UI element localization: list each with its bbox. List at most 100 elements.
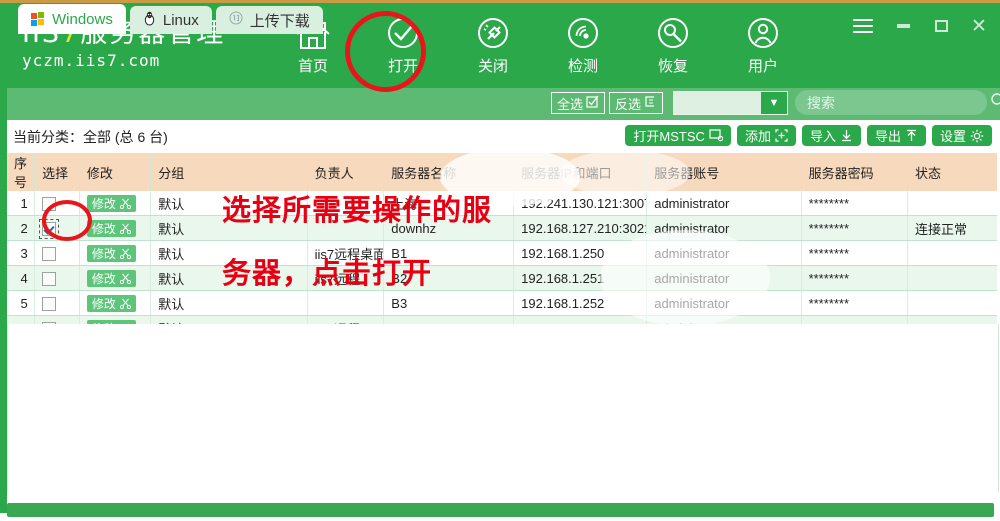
nav-item-user[interactable]: 用户 [732, 11, 794, 75]
row-server-password: ******** [801, 265, 909, 291]
edit-label: 修改 [91, 246, 116, 261]
maximize-button[interactable] [926, 13, 956, 39]
row-server-account: administrator [646, 265, 802, 291]
selection-buttons: 全选 反选 [551, 92, 664, 114]
row-checkbox[interactable] [42, 196, 57, 211]
nav-item-close[interactable]: 关闭 [462, 11, 524, 75]
nav-label-close: 关闭 [477, 58, 508, 75]
windows-icon [31, 12, 45, 26]
open-mstsc-button[interactable]: 打开MSTSC [625, 125, 731, 146]
row-edit-cell[interactable]: 修改 [79, 191, 152, 216]
menu-button[interactable] [848, 13, 878, 39]
edit-button[interactable]: 修改 [86, 219, 136, 237]
row-server-password: ******** [801, 191, 909, 216]
add-button[interactable]: 添加 [736, 125, 796, 146]
row-status [907, 191, 997, 216]
col-select[interactable]: 选择 [34, 153, 80, 191]
edit-label: 修改 [91, 196, 116, 211]
row-group: 默认 [150, 290, 308, 316]
tab-windows-label: Windows [52, 10, 113, 28]
search-input[interactable] [805, 93, 990, 112]
row-select-cell[interactable] [34, 215, 80, 241]
edit-button[interactable]: 修改 [86, 294, 136, 312]
row-checkbox[interactable] [42, 296, 57, 311]
row-server-name: downhz [383, 215, 515, 241]
row-server-account: administrator [646, 290, 802, 316]
col-server-name[interactable]: 服务器名称 [383, 153, 515, 191]
nav-item-restore[interactable]: 恢复 [642, 11, 704, 75]
scissors-icon [119, 198, 131, 209]
content-empty-area [7, 324, 999, 492]
col-server-account[interactable]: 服务器账号 [646, 153, 802, 191]
col-group[interactable]: 分组 [150, 153, 308, 191]
export-button[interactable]: 导出 [866, 125, 926, 146]
restore-wrench-icon [642, 11, 704, 57]
nav-label-user: 用户 [747, 58, 778, 75]
nav-label-home: 首页 [297, 58, 328, 75]
col-server-ip[interactable]: 服务器IP和端口 [513, 153, 648, 191]
row-select-cell[interactable] [34, 191, 80, 216]
row-edit-cell[interactable]: 修改 [79, 290, 152, 316]
row-status [907, 265, 997, 291]
action-button-group: 打开MSTSC 添加 导入 导出 设置 [625, 125, 992, 146]
row-checkbox[interactable] [39, 218, 60, 239]
col-server-password[interactable]: 服务器密码 [801, 153, 909, 191]
iis7-server-manager-window: IIS7服务器管理 yczm.iis7.com 首页 打开 关闭 [0, 0, 1000, 521]
invert-select-button[interactable]: 反选 [609, 92, 664, 114]
row-status: 连接正常 [907, 215, 997, 241]
row-server-ip: 192.241.130.121:3007 [513, 191, 648, 216]
row-index: 4 [7, 265, 36, 291]
table-row[interactable]: 4 修改 默认 iis7远程 B2 192.168.1.251 administ… [7, 265, 997, 291]
select-all-button[interactable]: 全选 [551, 92, 606, 114]
row-status [907, 240, 997, 266]
row-select-cell[interactable] [34, 290, 80, 316]
scissors-icon [119, 248, 131, 259]
edit-button[interactable]: 修改 [86, 244, 136, 262]
row-server-name: 上海 [383, 191, 515, 216]
row-checkbox[interactable] [42, 271, 57, 286]
row-edit-cell[interactable]: 修改 [79, 215, 152, 241]
group-filter-dropdown[interactable]: ▼ [673, 91, 788, 115]
row-select-cell[interactable] [34, 240, 80, 266]
tab-windows[interactable]: Windows [18, 4, 126, 34]
add-label: 添加 [744, 129, 771, 144]
settings-button[interactable]: 设置 [931, 125, 992, 146]
tab-upload-download[interactable]: 上传下载 [215, 6, 323, 34]
plus-frame-icon [775, 129, 788, 142]
row-status [907, 290, 997, 316]
search-box[interactable] [795, 90, 1000, 115]
table-body: 1 修改 默认 上海 192.241.130.121:3007 administ… [7, 191, 997, 341]
row-group: 默认 [150, 265, 308, 291]
main-toolbar-nav: 首页 打开 关闭 检测 恢复 用户 [282, 11, 794, 75]
chevron-down-icon: ▼ [761, 92, 787, 114]
minimize-button[interactable] [888, 13, 918, 39]
tab-linux[interactable]: Linux [129, 6, 212, 34]
edit-button[interactable]: 修改 [86, 194, 136, 212]
nav-item-detect[interactable]: 检测 [552, 11, 614, 75]
table-row[interactable]: 5 修改 默认 B3 192.168.1.252 administrator *… [7, 290, 997, 316]
import-button[interactable]: 导入 [801, 125, 861, 146]
row-checkbox[interactable] [42, 246, 57, 261]
row-edit-cell[interactable]: 修改 [79, 265, 152, 291]
window-controls: ✕ [848, 13, 994, 39]
row-server-name: B1 [383, 240, 515, 266]
checkbox-invert-icon [644, 95, 657, 111]
col-index[interactable]: 序号 [7, 153, 36, 191]
edit-button[interactable]: 修改 [86, 269, 136, 287]
row-index: 3 [7, 240, 36, 266]
table-row[interactable]: 2 修改 默认 downhz 192.168.127.210:3021 admi… [7, 215, 997, 241]
nav-item-open[interactable]: 打开 [372, 11, 434, 75]
row-edit-cell[interactable]: 修改 [79, 240, 152, 266]
row-owner [307, 191, 385, 216]
download-arrow-icon [840, 129, 853, 142]
table-row[interactable]: 3 修改 默认 iis7远程桌面 B1 192.168.1.250 admini… [7, 240, 997, 266]
close-icon: ✕ [971, 15, 987, 37]
close-button[interactable]: ✕ [964, 13, 994, 39]
col-status[interactable]: 状态 [907, 153, 997, 191]
col-edit[interactable]: 修改 [79, 153, 152, 191]
maximize-icon [934, 20, 948, 32]
table-row[interactable]: 1 修改 默认 上海 192.241.130.121:3007 administ… [7, 191, 997, 216]
select-all-label: 全选 [557, 96, 584, 112]
row-select-cell[interactable] [34, 265, 80, 291]
col-owner[interactable]: 负责人 [307, 153, 385, 191]
